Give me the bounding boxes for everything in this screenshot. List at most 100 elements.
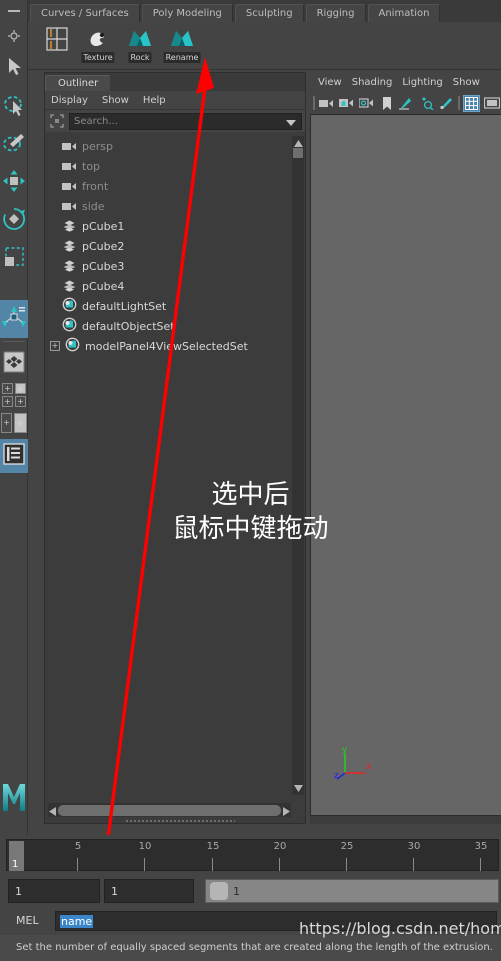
- layout-split-pane[interactable]: + ◆: [0, 413, 28, 433]
- shelf-button-uv-grid[interactable]: [38, 25, 74, 65]
- quad-cell-1: +: [2, 383, 13, 394]
- maya-application-window: Curves / Surfaces Poly Modeling Sculptin…: [0, 0, 501, 961]
- scroll-right-icon[interactable]: [282, 801, 291, 820]
- outliner-menu-show[interactable]: Show: [102, 95, 129, 106]
- outliner-item-pcube1[interactable]: pCube1: [48, 216, 291, 236]
- outliner-item-list[interactable]: persp top front side pCube1 pCube2 pCube…: [48, 136, 291, 795]
- tool-scale[interactable]: [0, 240, 28, 278]
- bookmark-icon[interactable]: [378, 95, 395, 112]
- film-gate-icon[interactable]: [483, 95, 500, 112]
- outliner-item-front[interactable]: front: [48, 176, 291, 196]
- tab-outliner[interactable]: Outliner: [45, 75, 111, 91]
- mel-label[interactable]: MEL: [16, 914, 39, 927]
- scale-box-icon: [2, 245, 26, 273]
- tool-rotate[interactable]: [0, 202, 28, 240]
- outliner-hscroll-thumb[interactable]: [58, 804, 281, 816]
- viewport-panel: View Shading Lighting Show y x z: [310, 72, 501, 824]
- shelf-tab-animation[interactable]: Animation: [367, 4, 441, 22]
- playback-range-slider[interactable]: 1: [205, 879, 499, 903]
- outliner-item-modelpanel4viewselectedset[interactable]: + modelPanel4ViewSelectedSet: [48, 336, 291, 356]
- outliner-item-label: pCube3: [82, 259, 125, 273]
- shelf-tab-rigging[interactable]: Rigging: [305, 4, 366, 22]
- shelf-tab-curves-surfaces[interactable]: Curves / Surfaces: [30, 4, 140, 22]
- outliner-item-label: modelPanel4ViewSelectedSet: [85, 339, 248, 353]
- toolbox-divider: [2, 341, 25, 342]
- scroll-up-icon[interactable]: [293, 138, 303, 148]
- layout-single-perspective[interactable]: [0, 345, 28, 383]
- shelf-tab-sculpting[interactable]: Sculpting: [234, 4, 304, 22]
- shelf-button-texture-label: Texture: [81, 52, 115, 63]
- rock-mesh-icon: [123, 25, 157, 55]
- image-plane-icon[interactable]: [398, 95, 415, 112]
- outliner-item-label: side: [82, 199, 105, 213]
- resolution-gate-icon[interactable]: [418, 95, 435, 112]
- outliner-item-defaultlightset[interactable]: defaultLightSet: [48, 296, 291, 316]
- current-frame-indicator[interactable]: 1: [9, 841, 24, 871]
- hamburger-icon[interactable]: [0, 0, 27, 22]
- layout-quad-view[interactable]: + ◆ + +: [0, 383, 28, 407]
- shelf-button-rock[interactable]: Rock: [122, 25, 158, 65]
- scroll-left-icon[interactable]: [48, 801, 57, 820]
- tick-10: 10: [139, 840, 151, 872]
- outliner-item-side[interactable]: side: [48, 196, 291, 216]
- panel-resize-grip[interactable]: [125, 819, 235, 823]
- range-end-field[interactable]: 1: [104, 879, 194, 903]
- outliner-item-pcube2[interactable]: pCube2: [48, 236, 291, 256]
- shelf-button-rename-label: Rename: [163, 52, 201, 63]
- outliner-item-persp[interactable]: persp: [48, 136, 291, 156]
- camera-attributes-icon[interactable]: [358, 95, 375, 112]
- select-camera-icon[interactable]: [318, 95, 335, 112]
- scroll-down-icon[interactable]: [293, 783, 303, 793]
- viewport-menu-bar: View Shading Lighting Show: [310, 72, 501, 92]
- outliner-search-row: Search...: [45, 110, 305, 132]
- outliner-item-pcube3[interactable]: pCube3: [48, 256, 291, 276]
- viewport-menu-show[interactable]: Show: [453, 77, 480, 88]
- mesh-icon: [62, 217, 77, 236]
- outliner-pane-icon: [2, 442, 26, 470]
- tool-move[interactable]: [0, 164, 28, 202]
- time-slider[interactable]: 5 10 15 20 25 30 35 1: [0, 835, 501, 875]
- search-scope-icon[interactable]: [48, 113, 66, 129]
- uv-grid-icon: [39, 25, 73, 55]
- help-status-bar: Set the number of equally spaced segment…: [0, 935, 501, 961]
- range-start-field[interactable]: 1: [8, 879, 100, 903]
- viewport-3d-canvas[interactable]: y x z: [310, 114, 501, 816]
- range-slider-knob[interactable]: [210, 882, 228, 900]
- shelf-button-rename[interactable]: Rename: [163, 25, 201, 65]
- mel-command-value: name: [60, 914, 94, 928]
- shelf-tab-bar: Curves / Surfaces Poly Modeling Sculptin…: [0, 0, 501, 22]
- viewport-menu-view[interactable]: View: [318, 77, 342, 88]
- split-cell-right: ◆: [14, 413, 27, 433]
- shelf-tab-poly-modeling[interactable]: Poly Modeling: [141, 4, 233, 22]
- grid-toggle-icon[interactable]: [463, 94, 480, 112]
- viewport-menu-lighting[interactable]: Lighting: [402, 77, 442, 88]
- viewport-toolbar: [310, 92, 501, 114]
- expand-icon[interactable]: +: [50, 341, 60, 351]
- tick-35: 35: [475, 840, 487, 872]
- outliner-item-label: top: [82, 159, 101, 173]
- chevron-down-icon[interactable]: [285, 112, 297, 131]
- rename-mesh-icon: [165, 25, 199, 55]
- search-input[interactable]: Search...: [69, 112, 302, 131]
- outliner-item-defaultobjectset[interactable]: defaultObjectSet: [48, 316, 291, 336]
- viewport-menu-shading[interactable]: Shading: [352, 77, 393, 88]
- outliner-item-label: defaultObjectSet: [82, 319, 175, 333]
- layout-outliner-pane[interactable]: [0, 439, 28, 473]
- quad-cell-2: ◆: [15, 383, 26, 394]
- tool-paint-select[interactable]: [0, 126, 28, 164]
- tool-select[interactable]: [0, 50, 28, 88]
- gear-icon[interactable]: [0, 22, 27, 50]
- outliner-horizontal-scrollbar[interactable]: [48, 803, 291, 817]
- time-slider-track[interactable]: 5 10 15 20 25 30 35 1: [6, 839, 499, 871]
- tool-show-manipulator[interactable]: [0, 300, 28, 338]
- outliner-menu-help[interactable]: Help: [143, 95, 166, 106]
- outliner-scroll-thumb[interactable]: [293, 148, 303, 158]
- outliner-menu-display[interactable]: Display: [51, 95, 88, 106]
- lock-camera-icon[interactable]: [338, 95, 355, 112]
- outliner-item-pcube4[interactable]: pCube4: [48, 276, 291, 296]
- outliner-vertical-scrollbar[interactable]: [292, 136, 304, 795]
- shelf-button-texture[interactable]: Texture: [80, 25, 116, 65]
- outliner-item-top[interactable]: top: [48, 156, 291, 176]
- exposure-icon[interactable]: [438, 95, 455, 112]
- tool-lasso-select[interactable]: [0, 88, 28, 126]
